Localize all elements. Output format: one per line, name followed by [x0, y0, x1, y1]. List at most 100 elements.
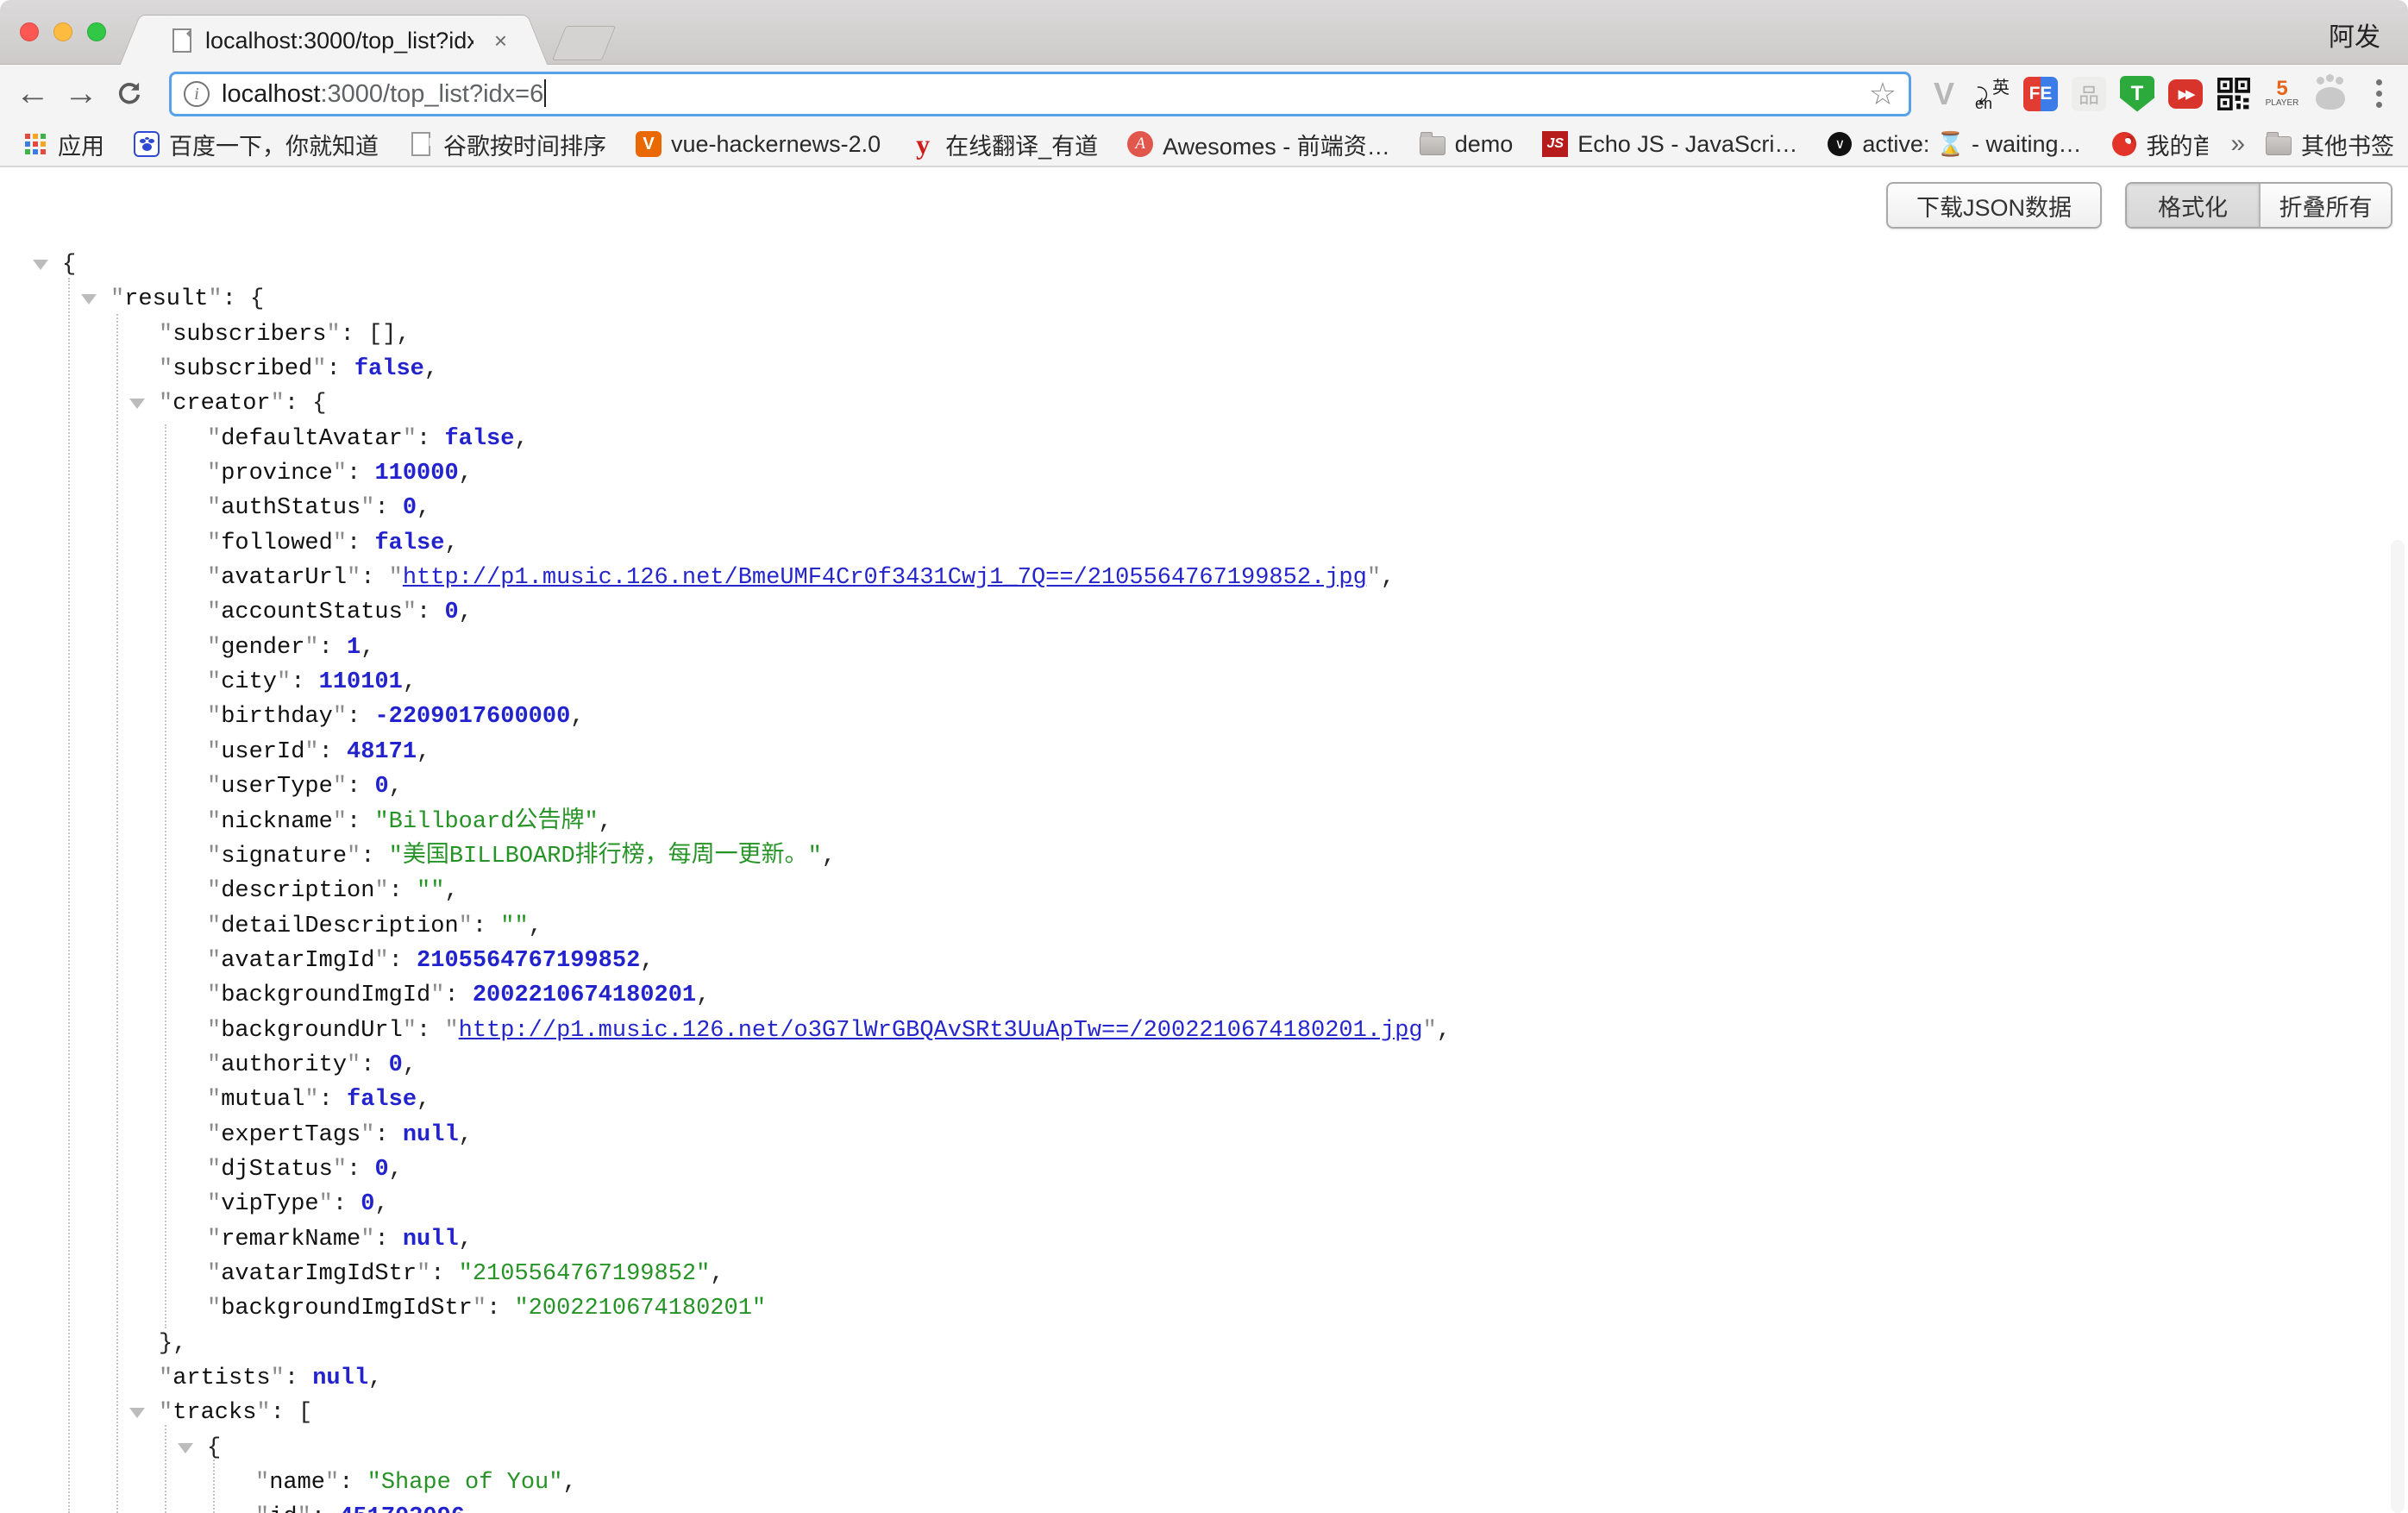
bookmark-label: 在线翻译_有道 [945, 128, 1098, 161]
json-key: detailDescription [221, 913, 458, 939]
json-string-value: "2105564767199852" [459, 1261, 711, 1287]
json-line: "gender": 1, [0, 631, 2363, 665]
json-line: "djStatus": 0, [0, 1152, 2363, 1187]
json-key: expertTags [221, 1122, 361, 1148]
tampermonkey-icon[interactable]: T [2120, 77, 2154, 111]
folder-icon [2266, 136, 2292, 155]
bookmark-page[interactable]: 谷歌按时间排序 [408, 128, 606, 161]
forward-button[interactable]: → [60, 65, 102, 122]
json-key: province [221, 461, 333, 487]
url-text[interactable]: localhost:3000/top_list?idx=6 [222, 79, 546, 109]
other-bookmarks-folder[interactable]: 其他书签 [2266, 128, 2394, 161]
bookmark-awesomes[interactable]: A Awesomes - 前端资… [1127, 128, 1390, 161]
page-info-icon[interactable]: i [184, 81, 210, 107]
page-content: 下载JSON数据 格式化 折叠所有 {"result": {"subscribe… [0, 169, 2408, 1513]
json-key: remarkName [221, 1227, 361, 1252]
bookmark-label: active: ⌛ - waiting… [1862, 130, 2081, 158]
bookmark-label: Awesomes - 前端资… [1163, 128, 1390, 161]
bookmark-active[interactable]: ∨active: ⌛ - waiting… [1827, 130, 2081, 158]
json-line: "province": 110000, [0, 456, 2363, 491]
json-value: 0 [389, 1052, 403, 1078]
qr-code-icon[interactable] [2217, 77, 2251, 111]
close-window-button[interactable] [20, 22, 39, 41]
json-link-url[interactable]: http://p1.music.126.net/o3G7lWrGBQAvSRt3… [459, 1018, 1423, 1044]
json-punctuation: , [417, 1087, 430, 1113]
awesomes-icon: A [1127, 131, 1153, 157]
bookmark-weibo[interactable]: 我的首页 微博-随时… [2111, 128, 2208, 161]
browser-menu-icon[interactable] [2361, 77, 2396, 111]
collapse-triangle-icon[interactable] [81, 294, 97, 304]
paw-icon[interactable] [2313, 77, 2348, 111]
browser-tab[interactable]: localhost:3000/top_list?idx=6 × [148, 15, 519, 66]
bookmark-vue[interactable]: Vvue-hackernews-2.0 [636, 131, 881, 158]
bookmark-youdao[interactable]: y在线翻译_有道 [910, 128, 1098, 161]
tab-close-icon[interactable]: × [487, 28, 514, 54]
json-key: accountStatus [221, 600, 403, 625]
json-punctuation: , [1381, 565, 1395, 591]
json-key: userType [221, 774, 333, 800]
json-key: userId [221, 739, 304, 765]
page-icon [408, 131, 434, 157]
fe-helper-icon[interactable]: FE [2023, 77, 2058, 111]
collapse-triangle-icon[interactable] [178, 1443, 193, 1453]
json-punctuation: , [459, 600, 473, 625]
json-line: "accountStatus": 0, [0, 595, 2363, 630]
json-line: "vipType": 0, [0, 1187, 2363, 1221]
json-link-url[interactable]: http://p1.music.126.net/BmeUMF4Cr0f3431C… [403, 565, 1367, 591]
bookmark-baidu[interactable]: 百度一下，你就知道 [134, 128, 379, 161]
bookmark-folder[interactable]: demo [1420, 131, 1514, 158]
json-value: 0 [444, 600, 458, 625]
bookmark-label: vue-hackernews-2.0 [671, 131, 881, 158]
json-line: "backgroundImgId": 2002210674180201, [0, 978, 2363, 1013]
json-key: djStatus [221, 1157, 333, 1183]
url-host: localhost [222, 80, 320, 108]
json-punctuation: , [417, 495, 430, 521]
json-value: false [347, 1087, 417, 1113]
json-punctuation: , [640, 948, 654, 974]
back-button[interactable]: ← [12, 65, 53, 122]
html5-player-icon[interactable]: 5PLAYER [2265, 77, 2299, 111]
bookmark-echojs[interactable]: JSEcho JS - JavaScri… [1542, 131, 1797, 158]
format-button[interactable]: 格式化 [2127, 184, 2259, 227]
json-line: "creator": { [0, 386, 2363, 421]
json-line: "signature": "美国BILLBOARD排行榜，每周一更新。", [0, 839, 2363, 874]
browser-profile-name[interactable]: 阿发 [2329, 16, 2380, 53]
json-line: "avatarUrl": "http://p1.music.126.net/Bm… [0, 561, 2363, 595]
json-value: 0 [361, 1191, 374, 1217]
collapse-triangle-icon[interactable] [129, 1408, 145, 1418]
json-line: "nickname": "Billboard公告牌", [0, 805, 2363, 839]
sitemap-icon[interactable]: 品 [2072, 77, 2106, 111]
extensions-row: V 英⤸en FE 品T ▶▶ 5PLAYER [1927, 65, 2396, 122]
bookmark-label: Echo JS - JavaScri… [1577, 131, 1797, 158]
download-json-button[interactable]: 下载JSON数据 [1886, 182, 2102, 229]
json-line: "description": "", [0, 874, 2363, 908]
video-speed-icon[interactable]: ▶▶ [2168, 77, 2203, 111]
json-string-value: "" [417, 878, 444, 904]
reload-button[interactable] [109, 65, 150, 122]
vue-devtools-icon[interactable]: V [1927, 77, 1961, 111]
minimize-window-button[interactable] [53, 22, 72, 41]
json-line: "defaultAvatar": false, [0, 422, 2363, 456]
json-key: avatarImgId [221, 948, 374, 974]
json-punctuation: , [822, 844, 836, 870]
json-punctuation: , [529, 913, 542, 939]
url-bar[interactable]: i localhost:3000/top_list?idx=6 ☆ [169, 72, 1911, 116]
json-line: { [0, 248, 2363, 282]
json-line: }, [0, 1327, 2363, 1361]
collapse-all-button[interactable]: 折叠所有 [2259, 184, 2391, 227]
bookmark-star-icon[interactable]: ☆ [1869, 76, 1897, 112]
translate-icon[interactable]: 英⤸en [1975, 77, 2010, 111]
new-tab-button[interactable] [552, 26, 616, 60]
json-key: subscribers [172, 322, 326, 348]
json-line: "birthday": -2209017600000, [0, 700, 2363, 734]
json-value: 1 [347, 635, 361, 661]
collapse-triangle-icon[interactable] [129, 399, 145, 409]
bookmarks-overflow-chevron[interactable]: » [2230, 129, 2245, 159]
scrollbar[interactable] [2391, 540, 2405, 1513]
json-key: id [269, 1504, 297, 1513]
json-punctuation: , [389, 1157, 403, 1183]
bookmark-label: 应用 [58, 128, 104, 161]
bookmark-apps[interactable]: 应用 [22, 128, 104, 161]
fullscreen-window-button[interactable] [87, 22, 106, 41]
collapse-triangle-icon[interactable] [33, 260, 48, 270]
